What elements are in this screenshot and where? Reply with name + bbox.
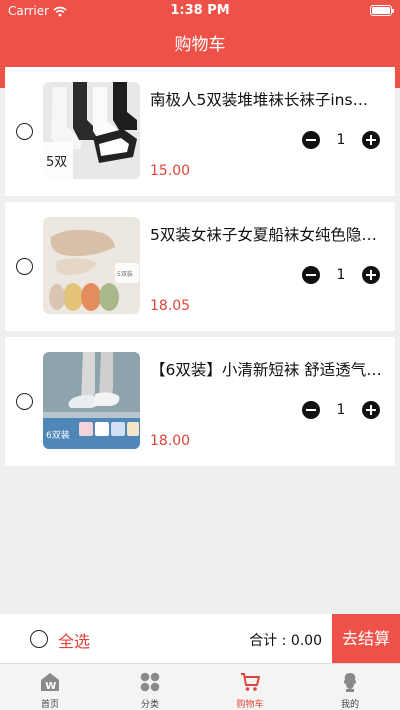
cart-total: 合计 : 0.00 — [249, 633, 322, 649]
tab-bar: W 首页 分类 购物车 我的 — [0, 663, 400, 710]
product-image[interactable]: 5双装 — [43, 217, 140, 314]
tab-label: 分类 — [140, 700, 159, 710]
minus-icon[interactable] — [302, 266, 320, 284]
quantity-value: 1 — [336, 132, 346, 148]
checkout-button[interactable]: 去结算 — [332, 614, 400, 663]
tab-label: 购物车 — [236, 700, 264, 710]
page-title: 购物车 — [174, 35, 226, 55]
select-all-label[interactable]: 全选 — [58, 628, 90, 652]
quantity-stepper: 1 — [302, 131, 380, 149]
pack-count-badge: 5双装 — [117, 270, 133, 278]
cart-item: 5双 南极人5双装堆堆袜长袜子ins女中筒袜 1 15.00 — [5, 67, 395, 196]
select-all-radio[interactable] — [30, 630, 48, 648]
home-icon: W — [41, 673, 59, 692]
cart-item: 6双装 【6双装】小清新短袜 舒适透气女袜 1 18.00 — [5, 337, 395, 466]
quantity-value: 1 — [336, 267, 346, 283]
cart-item: 5双装 5双装女袜子女夏船袜女纯色隐形袜 1 18.05 — [5, 202, 395, 331]
plus-icon[interactable] — [362, 401, 380, 419]
battery-icon — [370, 5, 394, 16]
product-title[interactable]: 5双装女袜子女夏船袜女纯色隐形袜 — [150, 223, 382, 245]
tab-category[interactable]: 分类 — [100, 664, 200, 710]
quantity-stepper: 1 — [302, 266, 380, 284]
product-price: 18.05 — [150, 298, 191, 314]
plus-icon[interactable] — [362, 131, 380, 149]
tab-label: 我的 — [340, 700, 359, 710]
plus-icon[interactable] — [362, 266, 380, 284]
svg-text:W: W — [45, 681, 56, 692]
product-image[interactable]: 5双 — [43, 82, 140, 179]
category-icon — [140, 672, 160, 692]
status-time: 1:38 PM — [170, 3, 230, 18]
status-bar: Carrier 1:38 PM — [0, 0, 400, 22]
checkout-bar: 全选 合计 : 0.00 去结算 — [0, 614, 400, 663]
tab-home[interactable]: W 首页 — [0, 664, 100, 710]
item-select-radio[interactable] — [16, 123, 33, 140]
product-title[interactable]: 【6双装】小清新短袜 舒适透气女袜 — [150, 358, 382, 380]
tab-profile[interactable]: 我的 — [300, 664, 400, 710]
pack-count-badge: 6双装 — [46, 429, 70, 441]
product-price: 15.00 — [150, 163, 191, 179]
profile-icon — [343, 673, 357, 692]
minus-icon[interactable] — [302, 401, 320, 419]
quantity-value: 1 — [336, 402, 346, 418]
tab-cart[interactable]: 购物车 — [200, 664, 300, 710]
quantity-stepper: 1 — [302, 401, 380, 419]
product-title[interactable]: 南极人5双装堆堆袜长袜子ins女中筒袜 — [150, 88, 382, 110]
cart-icon — [241, 673, 260, 691]
item-select-radio[interactable] — [16, 393, 33, 410]
product-price: 18.00 — [150, 433, 191, 449]
item-select-radio[interactable] — [16, 258, 33, 275]
minus-icon[interactable] — [302, 131, 320, 149]
pack-count-badge: 5双 — [46, 155, 67, 170]
tab-label: 首页 — [40, 700, 59, 710]
product-image[interactable]: 6双装 — [43, 352, 140, 449]
